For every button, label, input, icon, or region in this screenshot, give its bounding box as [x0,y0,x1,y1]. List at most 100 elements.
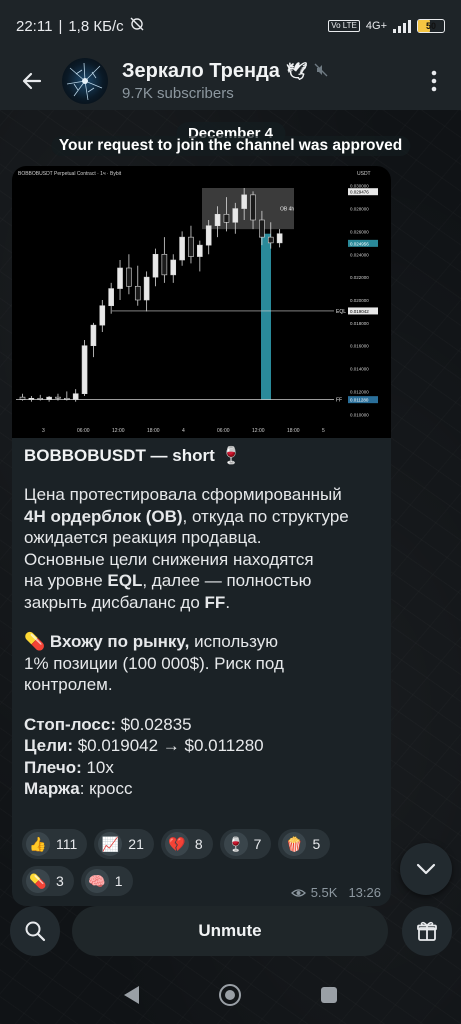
reaction-count: 3 [56,873,64,889]
margin-line: Маржа: кросс [24,778,382,800]
scroll-down-button[interactable] [400,843,452,895]
pill-icon: 💊 [24,632,46,651]
entry-line-2: 1% позиции (100 000$). Риск под [24,653,284,673]
battery-icon: 50 [417,19,445,33]
alarm-off-icon [130,17,144,35]
candle-body [117,267,123,289]
trade-params: Стоп-лосс: $0.02835 Цели: $0.019042 → $0… [24,714,382,800]
price-tick: 0.030000 [350,184,369,189]
reaction-count: 5 [312,836,321,852]
entry-rest: использую [189,632,278,651]
candle-body [179,236,185,261]
price-tick: 0.016000 [350,344,369,349]
post-meta: 5.5K 13:26 [290,885,381,900]
chart-image[interactable]: BOBBOBUSDT Perpetual Contract · 1ч · Byb… [12,166,391,438]
signal-icon [393,19,411,33]
candle-body [152,253,159,278]
shattered-glass-icon [66,62,103,101]
reaction-wine[interactable]: 🍷 7 [219,829,272,859]
chart-title: BOBBOBUSDT Perpetual Contract · 1ч · Byb… [18,171,122,177]
reaction-popcorn[interactable]: 🍿 5 [278,829,331,859]
candle-body [99,305,106,326]
price-tick: 0.028000 [350,207,369,212]
candle-body [64,397,70,400]
channel-title: Зеркало Тренда [122,60,280,82]
ob-label: OB 4h [280,207,294,213]
candle-body [161,253,168,276]
analysis-line-1: Цена протестировала сформированный [24,485,342,504]
price-tick: 0.020000 [350,298,369,303]
reaction-pill[interactable]: 💊 3 [22,866,74,896]
channel-avatar[interactable] [62,58,108,104]
post-time: 13:26 [348,885,381,900]
stop-loss-label: Стоп-лосс: [24,714,116,734]
system-nav-bar [0,966,461,1024]
entry-line-3: контролем. [24,675,113,694]
time-tick: 12:00 [112,428,125,434]
time-tick: 3 [42,428,45,434]
network-type: 4G+ [365,20,387,32]
wine-glass-icon: 🍷 [223,832,248,856]
back-button[interactable] [12,61,52,101]
unmute-button[interactable]: Unmute [72,906,388,956]
chevron-down-icon [416,863,436,875]
channel-subscribers: 9.7K subscribers [122,85,234,102]
time-tick: 4 [182,428,185,434]
targets-value: $0.019042 → $0.011280 [73,736,264,755]
analysis-line-2-rest: , откуда по структуре [182,506,349,526]
candle-body [90,324,97,347]
more-menu-button[interactable] [419,61,449,101]
analysis-line-5-a: на уровне [24,571,108,590]
candle-body [259,219,265,238]
analysis-line-5: на уровне EQL, далее — полностью [24,570,382,592]
targets-line: Цели: $0.019042 → $0.011280 [24,735,382,757]
nav-recents-icon[interactable] [321,987,337,1003]
candle-body [19,396,26,400]
candle-body [232,208,239,223]
candle-body [81,345,88,395]
reaction-count: 21 [128,836,144,852]
reaction-chart[interactable]: 📈 21 [94,829,154,859]
gift-button[interactable] [402,906,452,956]
muted-icon [314,60,328,83]
price-tick: 0.026000 [350,229,369,234]
search-icon [25,921,46,942]
status-separator: | [58,17,63,35]
candle-body [188,236,194,257]
candle-body [214,213,221,227]
eye-icon [290,888,306,897]
nav-home-icon[interactable] [219,984,241,1006]
analysis-line-5-b: , далее — полностью [142,571,312,590]
price-tick: 0.010000 [350,412,369,417]
nav-back-icon[interactable] [124,986,139,1004]
candle-body [250,194,256,221]
leverage-value: 10x [81,757,114,777]
analysis-line-2: 4H ордерблок (OB), откуда по структуре [24,506,382,528]
stop-loss-value: $0.02835 [116,714,192,734]
channel-title-row[interactable]: Зеркало Тренда 🕊 [122,60,328,83]
search-button[interactable] [10,906,60,956]
price-tick: 0.024000 [350,252,369,257]
candlestick-chart: BOBBOBUSDT Perpetual Contract · 1ч · Byb… [16,171,378,434]
reaction-brain[interactable]: 🧠 1 [80,866,133,896]
candle-body [108,288,114,307]
thumbs-up-icon: 👍 [26,832,50,856]
candle-body [197,244,203,257]
status-speed: 1,8 КБ/с [68,17,124,35]
targets-label: Цели: [24,736,73,755]
reaction-thumbs-up[interactable]: 👍 111 [22,829,88,859]
candle-body [205,225,212,246]
channel-post[interactable]: BOBBOBUSDT Perpetual Contract · 1ч · Byb… [12,166,391,906]
entry-paragraph: 💊 Вхожу по рынку, использую 1% позиции (… [24,631,382,696]
price-tick: 0.011280 [350,398,369,403]
more-vert-icon [431,70,437,92]
price-tick: 0.022000 [350,275,369,280]
reaction-count: 8 [194,836,203,852]
chart-up-icon: 📈 [98,832,123,856]
time-tick: 06:00 [77,428,90,434]
orderblock-term: 4H ордерблок (OB) [24,506,183,526]
price-tick: 0.019042 [350,309,369,314]
chart-currency: USDT [357,171,371,177]
reaction-broken-heart[interactable]: 💔 8 [160,829,213,859]
price-tick: 0.029476 [350,190,369,195]
